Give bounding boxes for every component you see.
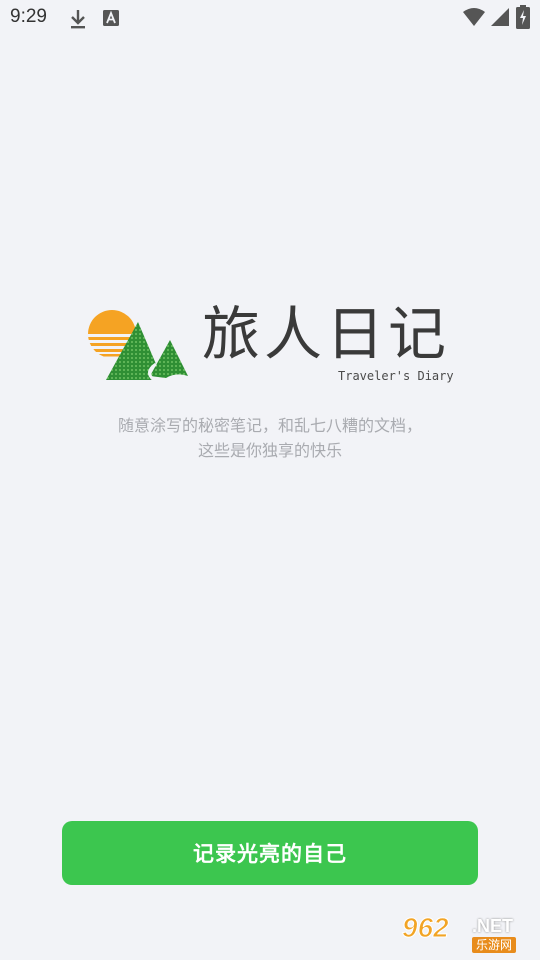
status-time: 9:29 xyxy=(10,6,47,27)
watermark-number: 962 xyxy=(402,912,450,944)
tagline-line-2: 这些是你独享的快乐 xyxy=(197,441,342,460)
app-logo: 旅人日记 Traveler's Diary xyxy=(86,296,456,392)
battery-charging-icon xyxy=(516,5,530,29)
watermark: 962 .NET 乐游网 xyxy=(400,912,532,956)
tagline-line-1: 随意涂写的秘密笔记，和乱七八糟的文档， xyxy=(117,416,422,435)
app-subtitle: Traveler's Diary xyxy=(338,369,454,383)
sun-mountain-logo-icon xyxy=(88,310,188,382)
download-icon xyxy=(71,10,85,29)
watermark-domain: .NET xyxy=(472,916,514,936)
status-bar: 9:29 xyxy=(0,0,540,36)
font-app-icon xyxy=(103,10,119,26)
record-bright-self-button[interactable]: 记录光亮的自己 xyxy=(62,821,478,885)
signal-icon xyxy=(491,8,509,26)
wifi-icon xyxy=(463,8,485,26)
app-title: 旅人日记 xyxy=(202,300,451,368)
watermark-name: 乐游网 xyxy=(472,937,517,953)
